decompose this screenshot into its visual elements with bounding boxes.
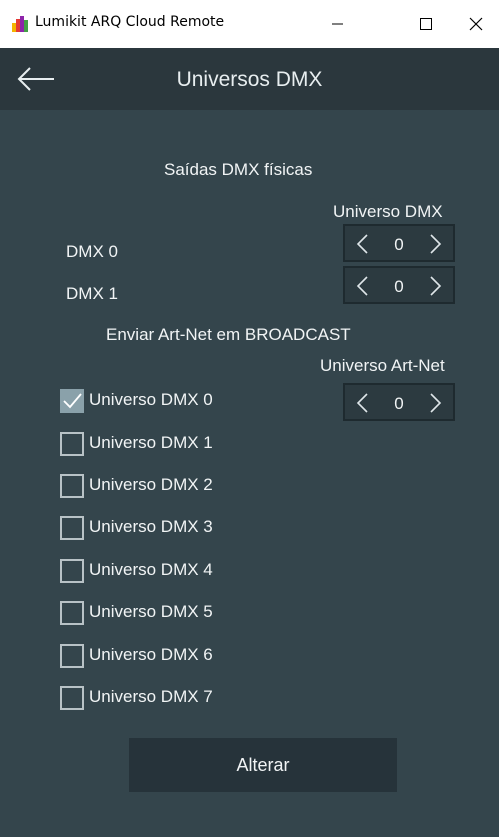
maximize-button[interactable] (403, 0, 449, 48)
checkbox-label: Universo DMX 4 (89, 560, 213, 579)
close-icon (469, 17, 483, 31)
window-titlebar: Lumikit ARQ Cloud Remote (0, 0, 499, 48)
apply-button[interactable]: Alterar (129, 738, 397, 792)
app-header: Universos DMX (0, 48, 499, 110)
checkbox-box[interactable] (60, 601, 84, 625)
checkbox-label: Universo DMX 7 (89, 687, 213, 706)
checkmark-icon (63, 393, 82, 409)
dmx0-universe-stepper: 0 (343, 224, 455, 262)
checkbox-label: Universo DMX 6 (89, 645, 213, 664)
checkbox-label: Universo DMX 0 (89, 390, 213, 409)
dmx-universe-column-label: Universo DMX (333, 202, 443, 221)
physical-outputs-title: Saídas DMX físicas (164, 160, 313, 179)
checkbox-box[interactable] (60, 686, 84, 710)
minimize-icon (332, 23, 343, 25)
dmx0-label: DMX 0 (66, 242, 118, 261)
chevron-right-icon[interactable] (425, 275, 445, 297)
checkbox-label: Universo DMX 5 (89, 602, 213, 621)
checkbox-box[interactable] (60, 516, 84, 540)
minimize-button[interactable] (315, 0, 361, 48)
chevron-right-icon[interactable] (425, 233, 445, 255)
artnet-universe-column-label: Universo Art-Net (320, 356, 445, 375)
chevron-right-icon[interactable] (425, 392, 445, 414)
artnet-universe-stepper: 0 (343, 383, 455, 421)
app-logo-icon (12, 16, 28, 32)
checkbox-box[interactable] (60, 432, 84, 456)
dmx1-universe-stepper: 0 (343, 266, 455, 304)
checkbox-label: Universo DMX 2 (89, 475, 213, 494)
dmx1-label: DMX 1 (66, 284, 118, 303)
checkbox-box[interactable] (60, 474, 84, 498)
main-content: Saídas DMX físicas Universo DMX DMX 0 0 … (0, 110, 499, 837)
checkbox-label: Universo DMX 3 (89, 517, 213, 536)
close-button[interactable] (453, 0, 499, 48)
artnet-broadcast-title: Enviar Art-Net em BROADCAST (106, 325, 351, 344)
window-title: Lumikit ARQ Cloud Remote (35, 14, 225, 30)
page-title: Universos DMX (176, 68, 323, 91)
maximize-icon (420, 18, 432, 30)
checkbox-box[interactable] (60, 389, 84, 413)
checkbox-box[interactable] (60, 559, 84, 583)
checkbox-box[interactable] (60, 644, 84, 668)
checkbox-label: Universo DMX 1 (89, 433, 213, 452)
